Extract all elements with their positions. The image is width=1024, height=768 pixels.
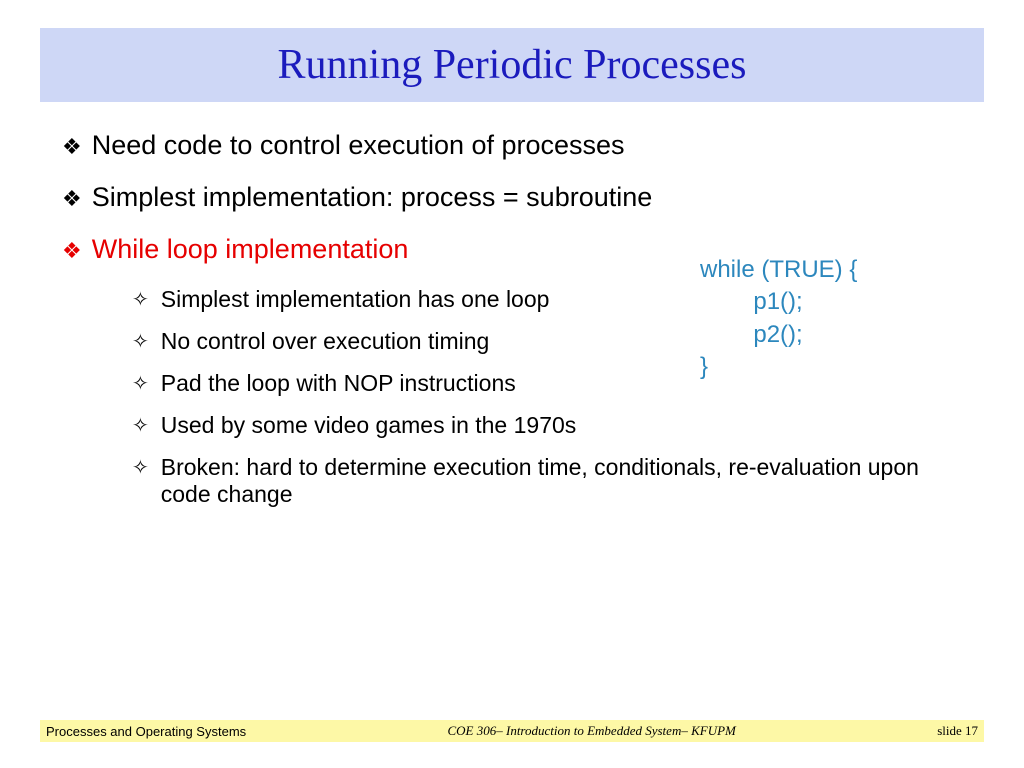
bullet-text: Broken: hard to determine execution time… [161, 454, 932, 508]
diamond-outline-icon: ✧ [132, 370, 149, 398]
bullet-text: No control over execution timing [161, 328, 490, 355]
bullet-level1: ❖ Need code to control execution of proc… [62, 130, 984, 164]
diamond-outline-icon: ✧ [132, 412, 149, 440]
code-line: while (TRUE) { [700, 256, 857, 283]
code-snippet: while (TRUE) { p1(); p2(); } [700, 254, 857, 384]
bullet-level2: ✧ Broken: hard to determine execution ti… [132, 454, 932, 508]
bullet-level1: ❖ Simplest implementation: process = sub… [62, 182, 984, 216]
footer-center: COE 306– Introduction to Embedded System… [246, 723, 937, 739]
slide-title: Running Periodic Processes [278, 41, 747, 89]
bullet-text: Need code to control execution of proces… [92, 130, 625, 161]
code-line: p1(); [700, 288, 803, 315]
code-line: } [700, 353, 708, 380]
bullet-text: Pad the loop with NOP instructions [161, 370, 516, 397]
footer-bar: Processes and Operating Systems COE 306–… [40, 720, 984, 742]
code-line: p2(); [700, 321, 803, 348]
diamond-outline-icon: ✧ [132, 328, 149, 356]
bullet-level2: ✧ Used by some video games in the 1970s [132, 412, 932, 440]
footer-right: slide 17 [937, 723, 978, 739]
footer-left: Processes and Operating Systems [46, 724, 246, 739]
bullet-text: Simplest implementation: process = subro… [92, 182, 653, 213]
diamond-outline-icon: ✧ [132, 286, 149, 314]
bullet-text: While loop implementation [92, 234, 409, 265]
bullet-text: Used by some video games in the 1970s [161, 412, 577, 439]
diamond-bullet-icon: ❖ [62, 130, 82, 164]
title-bar: Running Periodic Processes [40, 28, 984, 102]
bullet-text: Simplest implementation has one loop [161, 286, 550, 313]
diamond-outline-icon: ✧ [132, 454, 149, 482]
slide: Running Periodic Processes ❖ Need code t… [0, 0, 1024, 768]
diamond-bullet-icon: ❖ [62, 234, 82, 268]
diamond-bullet-icon: ❖ [62, 182, 82, 216]
